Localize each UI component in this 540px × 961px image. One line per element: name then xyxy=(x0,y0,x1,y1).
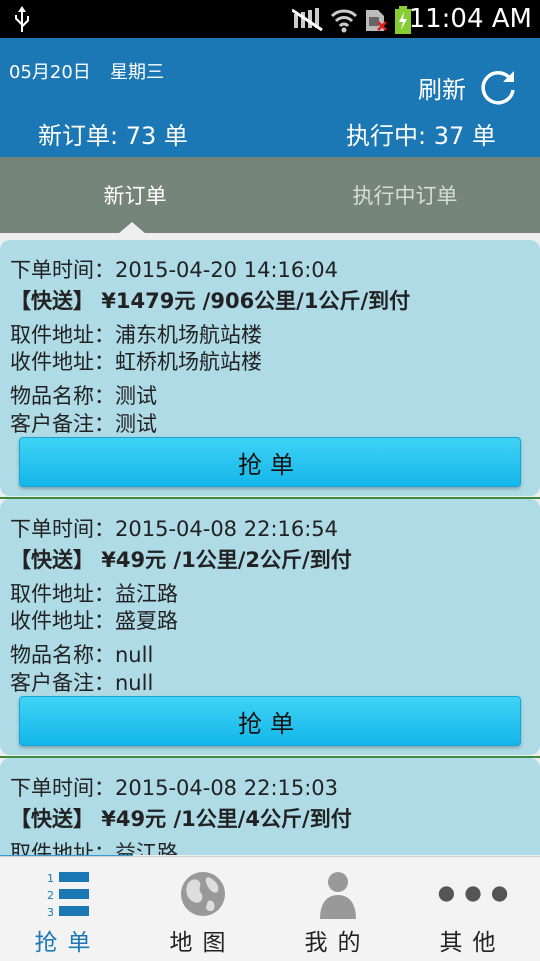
svg-text:2: 2 xyxy=(47,889,54,902)
delivery-address: 收件地址：虹桥机场航站楼 xyxy=(10,350,262,374)
more-icon xyxy=(438,886,507,902)
svg-text:3: 3 xyxy=(47,906,54,919)
executing-order-count: 执行中: 37 单 xyxy=(346,122,496,150)
nav-label: 地图 xyxy=(169,930,236,956)
order-summary: 【快送】 ¥49元 /1公里/4公斤/到付 xyxy=(10,807,352,831)
status-icons xyxy=(292,6,412,34)
customer-note: 客户备注：null xyxy=(10,671,154,695)
pickup-address: 取件地址：益江路 xyxy=(10,841,178,855)
sim-card-error-icon xyxy=(366,10,387,31)
nav-label: 其他 xyxy=(439,930,506,956)
list-icon: 1 2 3 xyxy=(47,872,89,919)
refresh-icon xyxy=(481,71,515,105)
customer-note: 客户备注：测试 xyxy=(10,412,157,436)
grab-order-button[interactable]: 抢单 xyxy=(19,437,521,487)
bottom-navigation: 1 2 3 抢单 地图 我的 其他 xyxy=(0,856,540,961)
order-card: 下单时间：2015-04-08 22:16:54 【快送】 ¥49元 /1公里/… xyxy=(0,499,540,755)
status-bar: 11:04 AM xyxy=(0,0,540,38)
order-card: 下单时间：2015-04-08 22:15:03 【快送】 ¥49元 /1公里/… xyxy=(0,758,540,855)
item-name: 物品名称：null xyxy=(10,643,154,667)
header-weekday: 星期三 xyxy=(110,62,164,83)
tab-executing-orders[interactable]: 执行中订单 xyxy=(270,157,540,233)
delivery-address: 收件地址：盛夏路 xyxy=(10,609,178,633)
nav-profile[interactable]: 我的 xyxy=(270,857,405,961)
nav-label: 抢单 xyxy=(34,930,101,956)
order-time: 下单时间：2015-04-08 22:15:03 xyxy=(10,776,339,800)
nav-label: 我的 xyxy=(304,930,371,956)
order-time: 下单时间：2015-04-20 14:16:04 xyxy=(10,258,339,282)
order-summary: 【快送】 ¥49元 /1公里/2公斤/到付 xyxy=(10,548,352,572)
order-summary: 【快送】 ¥1479元 /906公里/1公斤/到付 xyxy=(10,289,411,313)
order-time: 下单时间：2015-04-08 22:16:54 xyxy=(10,517,339,541)
wifi-icon xyxy=(330,9,358,33)
pickup-address: 取件地址：益江路 xyxy=(10,582,178,606)
new-order-count: 新订单: 73 单 xyxy=(38,122,188,150)
header: 05月20日 星期三 刷新 新订单: 73 单 执行中: 37 单 xyxy=(0,38,540,157)
order-tabs: 新订单 执行中订单 xyxy=(0,157,540,234)
refresh-label: 刷新 xyxy=(418,75,466,104)
nav-map[interactable]: 地图 xyxy=(135,857,270,961)
refresh-button[interactable]: 刷新 xyxy=(418,68,518,106)
svg-text:1: 1 xyxy=(47,872,54,885)
pickup-address: 取件地址：浦东机场航站楼 xyxy=(10,323,262,347)
nav-more[interactable]: 其他 xyxy=(405,857,540,961)
header-date: 05月20日 xyxy=(9,62,91,83)
grab-order-button[interactable]: 抢单 xyxy=(19,696,521,746)
order-list[interactable]: 下单时间：2015-04-20 14:16:04 【快送】 ¥1479元 /90… xyxy=(0,233,540,855)
usb-icon xyxy=(15,6,29,32)
order-card: 下单时间：2015-04-20 14:16:04 【快送】 ¥1479元 /90… xyxy=(0,240,540,496)
signal-muted-icon xyxy=(292,8,323,32)
clock: 11:04 AM xyxy=(408,4,532,34)
nav-grab-orders[interactable]: 1 2 3 抢单 xyxy=(0,857,135,961)
globe-icon xyxy=(180,872,225,916)
person-icon xyxy=(319,872,356,919)
item-name: 物品名称：测试 xyxy=(10,384,157,408)
